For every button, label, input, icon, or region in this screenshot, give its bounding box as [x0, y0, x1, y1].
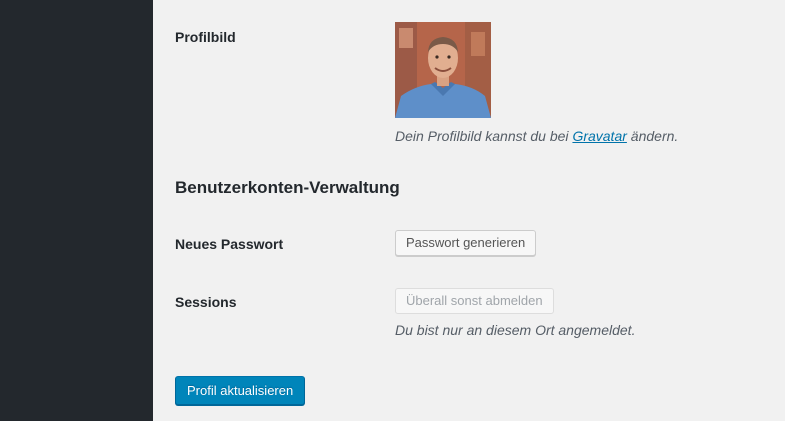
- admin-sidebar: [0, 0, 153, 421]
- description-text-end: ändern.: [626, 128, 679, 144]
- logout-everywhere-button[interactable]: Überall sonst abmelden: [395, 288, 554, 314]
- generate-password-button[interactable]: Passwort generieren: [395, 230, 537, 256]
- sessions-label: Sessions: [175, 294, 237, 310]
- avatar: [395, 22, 491, 118]
- profile-picture-description: Dein Profilbild kannst du bei Gravatar ä…: [395, 128, 678, 144]
- profile-form: Profilbild Dein Profilbild kannst du bei…: [153, 0, 785, 421]
- sessions-description: Du bist nur an diesem Ort angemeldet.: [395, 322, 636, 338]
- gravatar-link[interactable]: Gravatar: [572, 128, 626, 144]
- section-heading: Benutzerkonten-Verwaltung: [175, 178, 400, 197]
- description-text: Dein Profilbild kannst du bei: [395, 128, 573, 144]
- update-profile-button[interactable]: Profil aktualisieren: [175, 376, 306, 405]
- new-password-label: Neues Passwort: [175, 236, 284, 252]
- profile-picture-label: Profilbild: [175, 29, 236, 45]
